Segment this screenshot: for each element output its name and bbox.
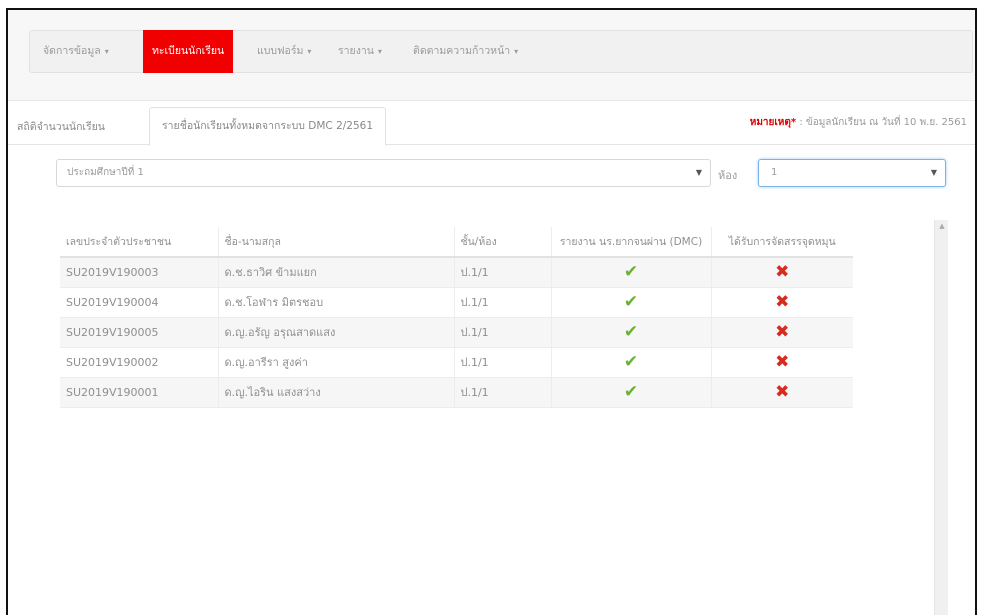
cross-icon: ✖ [775,262,790,283]
nav-label: ทะเบียนนักเรียน [152,45,225,57]
data-note: หมายเหตุ* : ข้อมูลนักเรียน ณ วันที่ 10 พ… [750,115,967,130]
scroll-up-icon[interactable]: ▲ [935,222,949,230]
table-row: SU2019V190003 ด.ช.ธาวิศ ข้ามแยก ป.1/1 ✔ … [60,257,853,288]
cell-class: ป.1/1 [453,347,551,378]
dropdown-arrow-icon: ▼ [930,168,937,177]
tab-student-list-dmc[interactable]: รายชื่อนักเรียนทั้งหมดจากระบบ DMC 2/2561 [149,107,387,146]
table-row: SU2019V190005 ด.ญ.อรัญ อรุณสาดแสง ป.1/1 … [60,317,853,348]
cell-id: SU2019V190005 [60,317,218,348]
cell-name: ด.ช.โอฬาร มิตรชอบ [217,287,454,318]
check-icon: ✔ [623,322,639,342]
check-icon: ✔ [623,262,639,283]
cell-dmc: ✔ [550,287,711,318]
table-row: SU2019V190004 ด.ช.โอฬาร มิตรชอบ ป.1/1 ✔ … [60,287,853,318]
room-value: 1 [771,167,778,178]
col-header-name[interactable]: ชื่อ-นามสกุล [217,227,454,258]
cross-icon: ✖ [775,322,790,342]
cell-name: ด.ญ.ไอริน แสงสว่าง [217,377,454,408]
cell-awarded: ✖ [710,347,853,378]
note-label: หมายเหตุ* [749,117,797,128]
cell-class: ป.1/1 [453,257,551,288]
room-select[interactable]: 1 ▼ [758,159,946,187]
cell-dmc: ✔ [550,257,711,288]
nav-forms[interactable]: แบบฟอร์ม ▾ [257,31,311,72]
table-row: SU2019V190002 ด.ญ.อารีรา สูงค่า ป.1/1 ✔ … [60,347,853,378]
cell-awarded: ✖ [710,377,853,408]
nav-label: รายงาน [338,45,374,57]
cell-id: SU2019V190004 [60,287,218,318]
header-band: จัดการข้อมูล ▾ ทะเบียนนักเรียน แบบฟอร์ม ▾ … [8,10,975,101]
cell-awarded: ✖ [710,257,853,288]
check-icon: ✔ [623,352,639,372]
cell-dmc: ✔ [550,347,711,378]
table-header-row: เลขประจำตัวประชาชน ชื่อ-นามสกุล ชั้น/ห้อ… [60,227,853,258]
cell-dmc: ✔ [550,377,711,408]
col-header-class[interactable]: ชั้น/ห้อง [453,227,551,258]
col-header-dmc[interactable]: รายงาน นร.ยากจนผ่าน (DMC) [550,227,711,258]
nav-student-registry[interactable]: ทะเบียนนักเรียน [143,30,234,73]
caret-down-icon: ▾ [514,47,519,56]
check-icon: ✔ [623,382,639,402]
nav-progress-tracking[interactable]: ติดตามความก้าวหน้า ▾ [413,31,518,72]
nav-label: ติดตามความก้าวหน้า [413,45,511,57]
caret-down-icon: ▾ [104,47,109,56]
caret-down-icon: ▾ [377,47,382,56]
cell-name: ด.ญ.อรัญ อรุณสาดแสง [217,317,454,348]
nav-reports[interactable]: รายงาน ▾ [338,31,382,72]
cross-icon: ✖ [775,292,790,312]
cell-id: SU2019V190001 [60,377,218,408]
room-label: ห้อง [718,169,738,182]
student-table: เลขประจำตัวประชาชน ชื่อ-นามสกุล ชั้น/ห้อ… [60,227,853,408]
cell-awarded: ✖ [710,317,853,348]
cell-class: ป.1/1 [453,377,551,408]
caret-down-icon: ▾ [307,47,312,56]
vertical-scrollbar[interactable]: ▲ [934,220,948,615]
cell-class: ป.1/1 [453,287,551,318]
tab-student-stats[interactable]: สถิติจำนวนนักเรียน [17,118,105,135]
cell-name: ด.ช.ธาวิศ ข้ามแยก [217,257,454,288]
cell-dmc: ✔ [550,317,711,348]
cross-icon: ✖ [775,382,790,402]
main-navbar: จัดการข้อมูล ▾ ทะเบียนนักเรียน แบบฟอร์ม ▾ … [29,30,973,73]
app-frame: จัดการข้อมูล ▾ ทะเบียนนักเรียน แบบฟอร์ม ▾ … [6,8,977,615]
cell-id: SU2019V190002 [60,347,218,378]
dropdown-arrow-icon: ▼ [695,168,702,177]
grade-level-select[interactable]: ประถมศึกษาปีที่ 1 ▼ [56,159,711,187]
grade-level-value: ประถมศึกษาปีที่ 1 [67,167,144,178]
col-header-awarded[interactable]: ได้รับการจัดสรรจุดหมุน [710,227,853,258]
nav-label: จัดการข้อมูล [43,45,101,57]
table-row: SU2019V190001 ด.ญ.ไอริน แสงสว่าง ป.1/1 ✔… [60,377,853,408]
cell-name: ด.ญ.อารีรา สูงค่า [217,347,454,378]
nav-data-management[interactable]: จัดการข้อมูล ▾ [43,31,109,72]
col-header-id[interactable]: เลขประจำตัวประชาชน [60,227,218,258]
cross-icon: ✖ [775,352,790,372]
cell-class: ป.1/1 [453,317,551,348]
nav-label: แบบฟอร์ม [257,45,304,57]
cell-id: SU2019V190003 [60,257,218,288]
note-text: : ข้อมูลนักเรียน ณ วันที่ 10 พ.ย. 2561 [796,117,967,128]
check-icon: ✔ [623,292,639,312]
cell-awarded: ✖ [710,287,853,318]
